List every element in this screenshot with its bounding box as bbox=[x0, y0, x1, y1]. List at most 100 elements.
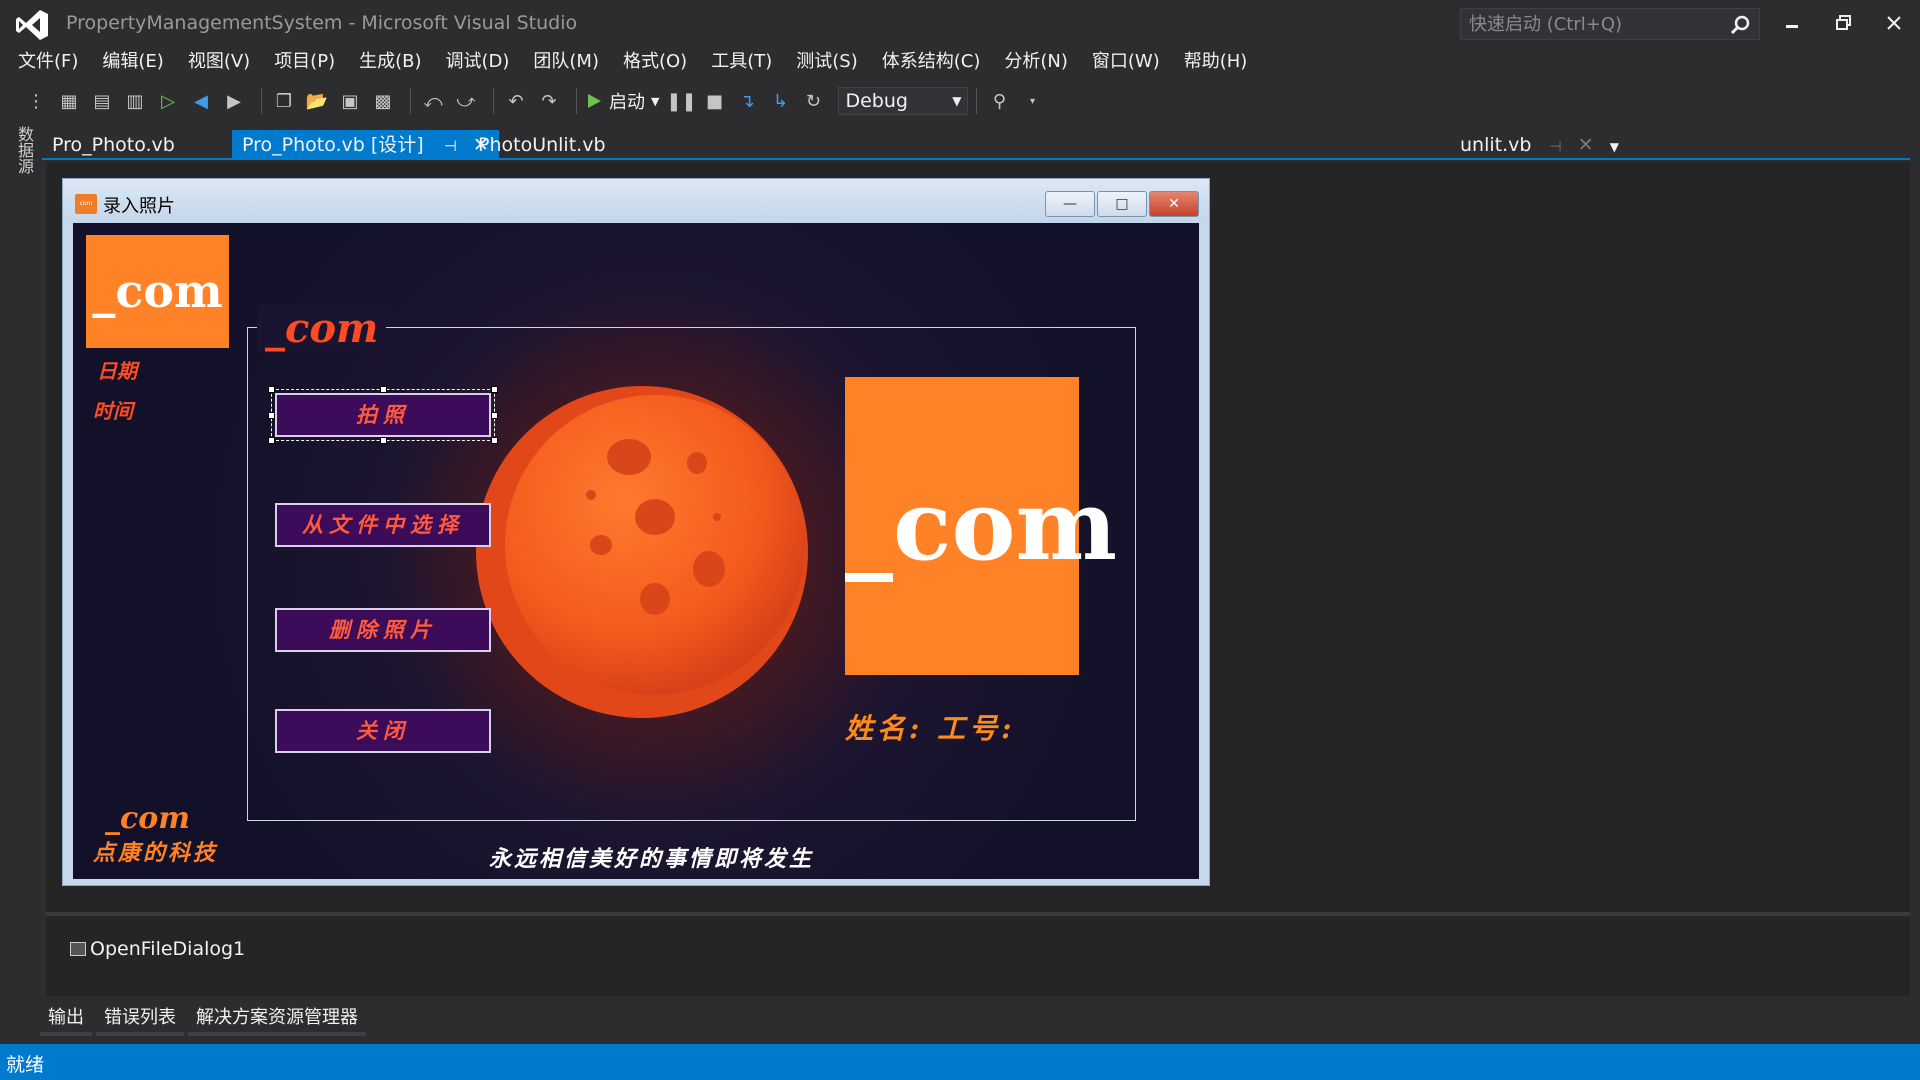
minimize-icon bbox=[1786, 25, 1798, 28]
step-over-icon[interactable]: ↴ bbox=[733, 87, 761, 115]
solution-configuration-select[interactable]: Debug ▼ bbox=[838, 87, 969, 115]
tab-label: Pro_Photo.vb [设计] bbox=[242, 134, 424, 156]
redo-icon[interactable]: ↷ bbox=[535, 87, 563, 115]
close-form-button[interactable]: 关闭 bbox=[275, 709, 491, 753]
resize-handle[interactable] bbox=[268, 386, 275, 393]
navigate-forward-icon[interactable]: ▶ bbox=[220, 87, 248, 115]
restore-button[interactable] bbox=[1824, 8, 1864, 38]
visual-studio-window: PropertyManagementSystem - Microsoft Vis… bbox=[0, 0, 1920, 1080]
left-tool-strip bbox=[0, 122, 38, 1042]
tab-error-list[interactable]: 错误列表 bbox=[96, 1004, 184, 1036]
tab-list-dropdown-icon[interactable]: ▼ bbox=[1610, 140, 1619, 154]
menu-team[interactable]: 团队(M) bbox=[521, 48, 611, 78]
datasource-side-tab[interactable]: 数据源 bbox=[12, 126, 36, 174]
pin-icon[interactable]: ⊣ bbox=[444, 137, 457, 155]
document-tab-well: Pro_Photo.vb Pro_Photo.vb [设计] ⊣ ✕ Photo… bbox=[42, 130, 1920, 160]
select-from-file-button[interactable]: 从文件中选择 bbox=[275, 503, 491, 547]
run-icon[interactable]: ▷ bbox=[154, 87, 182, 115]
close-window-button[interactable] bbox=[1874, 8, 1914, 38]
resize-handle[interactable] bbox=[380, 437, 387, 444]
tab-output[interactable]: 输出 bbox=[40, 1004, 92, 1036]
menu-build[interactable]: 生成(B) bbox=[347, 48, 433, 78]
menu-test[interactable]: 测试(S) bbox=[784, 48, 869, 78]
start-label: 启动 bbox=[609, 92, 645, 113]
resize-handle[interactable] bbox=[491, 386, 498, 393]
dialog-component-icon bbox=[70, 942, 86, 956]
resize-handle[interactable] bbox=[268, 437, 275, 444]
menu-debug[interactable]: 调试(D) bbox=[434, 48, 522, 78]
save-all-icon[interactable]: ▩ bbox=[369, 87, 397, 115]
start-debugging-button[interactable]: 启动 ▼ bbox=[585, 88, 659, 114]
rebuild-icon[interactable]: ▥ bbox=[121, 87, 149, 115]
tab-pro-photo-design[interactable]: Pro_Photo.vb [设计] ⊣ ✕ bbox=[232, 130, 499, 160]
new-item-icon[interactable]: ❐ bbox=[270, 87, 298, 115]
find-in-files-icon[interactable]: ⚲ bbox=[985, 87, 1013, 115]
resize-handle[interactable] bbox=[491, 437, 498, 444]
form-minimize-button[interactable]: — bbox=[1045, 191, 1095, 217]
menu-help[interactable]: 帮助(H) bbox=[1172, 48, 1260, 78]
form-client-area: _com 日期 时间 _com 拍照 从文件中选择 删除照片 关闭 _com 姓… bbox=[73, 223, 1199, 879]
pause-icon[interactable]: ❚❚ bbox=[666, 87, 696, 115]
status-text: 就绪 bbox=[6, 1054, 45, 1076]
toolbar-separator bbox=[493, 88, 494, 114]
photo-picturebox[interactable]: _com bbox=[845, 377, 1117, 675]
build-solution-icon[interactable]: ▤ bbox=[88, 87, 116, 115]
navigate-back-icon[interactable]: ◀ bbox=[187, 87, 215, 115]
menu-file[interactable]: 文件(F) bbox=[6, 48, 90, 78]
restart-icon[interactable]: ↻ bbox=[799, 87, 827, 115]
minimize-icon: — bbox=[1063, 196, 1077, 212]
step-into-icon[interactable]: ↳ bbox=[766, 87, 794, 115]
save-icon[interactable]: ▣ bbox=[336, 87, 364, 115]
open-file-icon[interactable]: 📂 bbox=[303, 87, 331, 115]
menu-view[interactable]: 视图(V) bbox=[176, 48, 262, 78]
minimize-button[interactable] bbox=[1772, 8, 1812, 38]
active-tab-underline bbox=[42, 158, 1910, 160]
menu-tools[interactable]: 工具(T) bbox=[699, 48, 784, 78]
search-icon[interactable] bbox=[1729, 14, 1751, 36]
form-maximize-button[interactable]: □ bbox=[1097, 191, 1147, 217]
openfiledialog-component[interactable]: OpenFileDialog1 bbox=[70, 938, 245, 960]
delete-photo-button[interactable]: 删除照片 bbox=[275, 608, 491, 652]
date-label: 日期 bbox=[97, 359, 137, 383]
build-selection-icon[interactable]: ▦ bbox=[55, 87, 83, 115]
quick-launch-box[interactable] bbox=[1460, 8, 1760, 40]
designer-selection-box bbox=[268, 386, 498, 444]
resize-handle[interactable] bbox=[268, 412, 275, 419]
menu-architecture[interactable]: 体系结构(C) bbox=[870, 48, 993, 78]
uncomment-icon[interactable]: ⤻ bbox=[452, 87, 480, 115]
bottom-tool-tabs: 输出 错误列表 解决方案资源管理器 bbox=[40, 1004, 370, 1036]
menu-edit[interactable]: 编辑(E) bbox=[90, 48, 175, 78]
menu-format[interactable]: 格式(O) bbox=[611, 48, 699, 78]
designed-form[interactable]: com 录入照片 — □ ✕ _com 日期 时间 _com 拍照 从文件中选择… bbox=[62, 178, 1210, 886]
comment-icon[interactable]: ⤺ bbox=[419, 87, 447, 115]
toolbar-separator bbox=[410, 88, 411, 114]
stop-icon[interactable]: ■ bbox=[700, 87, 728, 115]
undo-icon[interactable]: ↶ bbox=[502, 87, 530, 115]
footer-logo-text: _com bbox=[105, 801, 191, 836]
menu-window[interactable]: 窗口(W) bbox=[1080, 48, 1172, 78]
groupbox-title: _com bbox=[257, 305, 387, 352]
resize-handle[interactable] bbox=[380, 386, 387, 393]
form-close-button[interactable]: ✕ bbox=[1149, 191, 1199, 217]
pin-icon[interactable]: ⊣ bbox=[1549, 139, 1561, 155]
tab-unlit-preview[interactable]: unlit.vb ⊣ ✕ ▼ bbox=[1450, 130, 1629, 160]
play-icon bbox=[588, 94, 601, 108]
menu-analyze[interactable]: 分析(N) bbox=[992, 48, 1080, 78]
tab-solution-explorer[interactable]: 解决方案资源管理器 bbox=[188, 1004, 366, 1036]
close-tab-icon[interactable]: ✕ bbox=[1578, 134, 1594, 156]
company-name-label: 点康的科技 bbox=[93, 840, 219, 866]
logo-picturebox[interactable]: _com bbox=[86, 235, 229, 348]
maximize-icon: □ bbox=[1115, 196, 1129, 212]
resize-handle[interactable] bbox=[491, 412, 498, 419]
tab-pro-photo-code[interactable]: Pro_Photo.vb bbox=[42, 130, 185, 160]
toolbar-options-icon[interactable]: ▾ bbox=[1018, 87, 1046, 115]
tab-photo-unlit[interactable]: PhotoUnlit.vb bbox=[468, 130, 616, 160]
form-caption: 录入照片 bbox=[103, 196, 175, 217]
quick-launch-input[interactable] bbox=[1461, 9, 1721, 39]
toolbar-grip-icon[interactable]: ⋮ bbox=[22, 87, 50, 115]
form-app-icon: com bbox=[75, 194, 97, 214]
menu-project[interactable]: 项目(P) bbox=[262, 48, 347, 78]
slogan-label: 永远相信美好的事情即将发生 bbox=[489, 846, 815, 872]
start-dropdown-icon[interactable]: ▼ bbox=[651, 95, 659, 108]
toolbar-separator bbox=[976, 88, 978, 114]
